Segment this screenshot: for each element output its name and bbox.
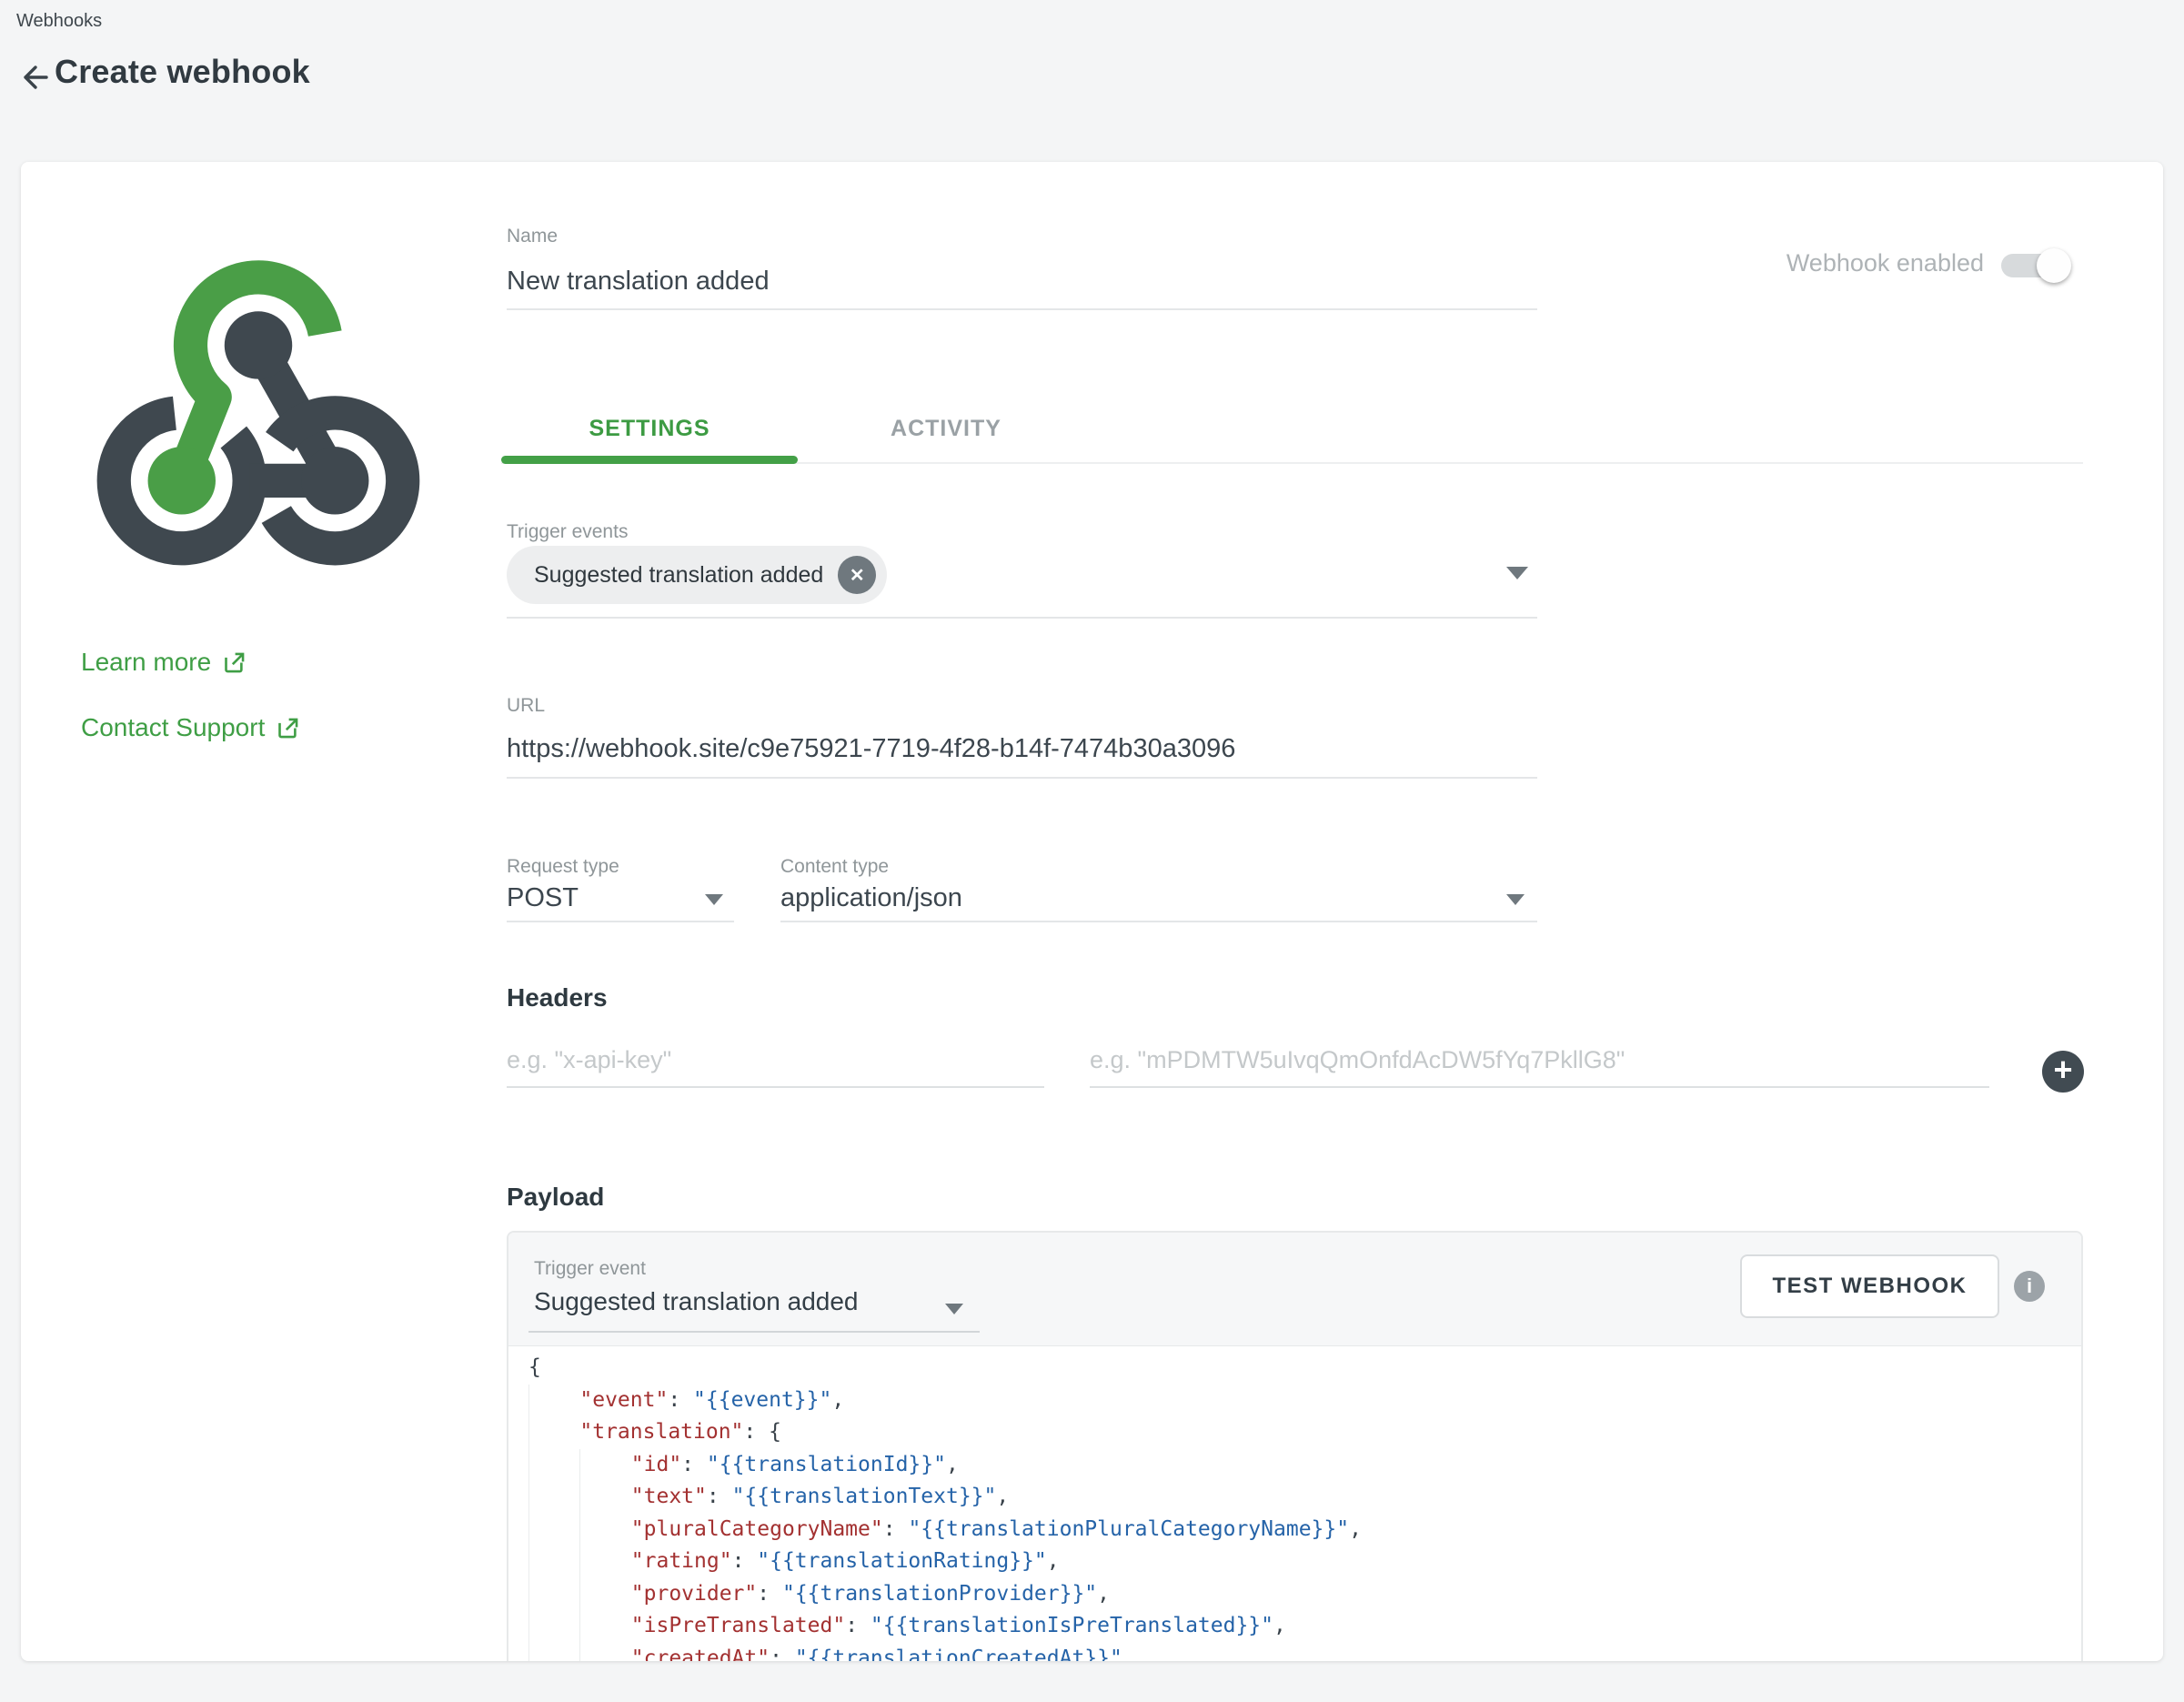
webhook-logo-icon xyxy=(80,235,437,582)
tab-activity[interactable]: ACTIVITY xyxy=(798,400,1094,457)
name-label: Name xyxy=(507,226,558,247)
add-header-button[interactable]: + xyxy=(2042,1051,2084,1093)
payload-panel-header: Trigger event Suggested translation adde… xyxy=(508,1233,2081,1346)
contact-support-label: Contact Support xyxy=(81,713,265,742)
payload-trigger-event-label: Trigger event xyxy=(534,1258,646,1280)
trigger-events-underline xyxy=(507,617,1537,619)
url-label: URL xyxy=(507,695,545,717)
content-type-select[interactable]: application/json xyxy=(780,883,962,913)
headers-title: Headers xyxy=(507,983,608,1012)
test-webhook-button[interactable]: TEST WEBHOOK xyxy=(1740,1254,1999,1318)
payload-trigger-underline xyxy=(528,1331,980,1333)
trigger-events-dropdown-icon[interactable] xyxy=(1506,567,1528,579)
header-value-input[interactable] xyxy=(1090,1033,1989,1088)
header-key-input[interactable] xyxy=(507,1033,1044,1088)
contact-support-link[interactable]: Contact Support xyxy=(81,713,300,742)
chip-label: Suggested translation added xyxy=(534,562,823,589)
create-webhook-card: Learn more Contact Support Name Webhook … xyxy=(21,162,2163,1661)
learn-more-label: Learn more xyxy=(81,648,211,677)
webhook-enabled-label: Webhook enabled xyxy=(1731,249,1984,277)
page-title: Create webhook xyxy=(55,53,310,91)
learn-more-link[interactable]: Learn more xyxy=(81,648,247,677)
tab-settings[interactable]: SETTINGS xyxy=(501,400,798,457)
external-link-icon xyxy=(276,716,300,740)
request-type-label: Request type xyxy=(507,856,619,878)
info-icon[interactable]: i xyxy=(2014,1271,2045,1302)
name-input[interactable] xyxy=(507,255,1537,310)
chip-remove-icon[interactable]: ✕ xyxy=(838,556,876,594)
payload-trigger-dropdown-icon[interactable] xyxy=(945,1304,963,1314)
back-arrow-icon[interactable] xyxy=(20,62,51,93)
tab-bar: SETTINGS ACTIVITY xyxy=(501,400,1094,457)
request-type-dropdown-icon[interactable] xyxy=(705,894,723,905)
payload-code[interactable]: { "event": "{{event}}", "translation": {… xyxy=(508,1346,2081,1661)
content-type-dropdown-icon[interactable] xyxy=(1506,894,1525,905)
request-type-underline xyxy=(507,921,734,922)
toggle-thumb xyxy=(2037,248,2071,283)
breadcrumb: Webhooks xyxy=(16,11,102,32)
url-input[interactable] xyxy=(507,720,1537,779)
request-type-select[interactable]: POST xyxy=(507,883,579,913)
external-link-icon xyxy=(222,650,247,675)
webhook-enabled-toggle[interactable] xyxy=(2001,254,2070,277)
trigger-events-label: Trigger events xyxy=(507,521,628,543)
payload-panel: Trigger event Suggested translation adde… xyxy=(507,1231,2083,1661)
content-type-underline xyxy=(780,921,1537,922)
payload-trigger-event-select[interactable]: Suggested translation added xyxy=(534,1287,859,1316)
trigger-event-chip[interactable]: Suggested translation added ✕ xyxy=(507,546,887,604)
active-tab-indicator xyxy=(501,456,798,464)
content-type-label: Content type xyxy=(780,856,889,878)
payload-title: Payload xyxy=(507,1183,604,1212)
